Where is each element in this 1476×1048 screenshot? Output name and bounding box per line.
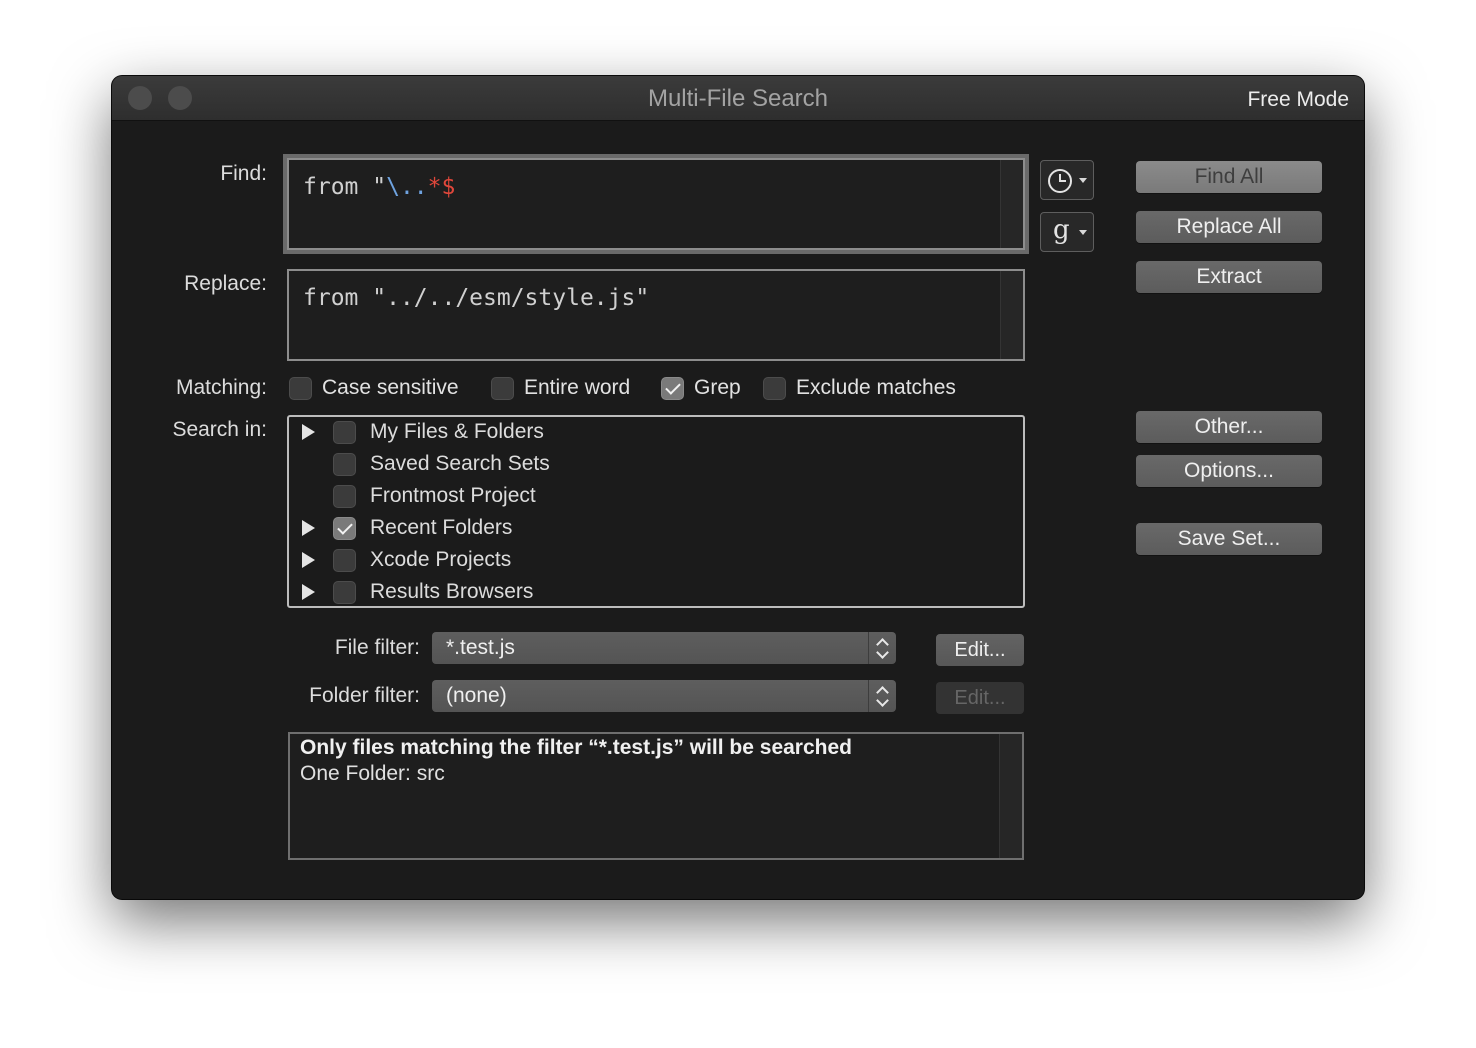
chevron-updown-icon [868,632,896,664]
chevron-updown-icon [868,680,896,712]
replace-field-scrollbar[interactable] [1000,271,1023,359]
entire-word-label[interactable]: Entire word [524,376,630,400]
find-field-scrollbar[interactable] [1000,160,1023,248]
search-summary: Only files matching the filter “*.test.j… [288,732,1024,860]
multi-file-search-window: Multi-File Search Free Mode Find: from "… [112,76,1364,899]
replace-field-text: from "../../esm/style.js" [303,285,650,311]
folder-filter-select[interactable]: (none) [432,680,896,712]
options-button[interactable]: Options... [1136,455,1322,487]
g-pattern-icon: g [1053,215,1070,245]
find-history-popup[interactable] [1040,160,1094,200]
folder-filter-value: (none) [446,684,507,707]
saved-search-sets-checkbox[interactable] [333,453,356,476]
title-bar: Multi-File Search Free Mode [112,76,1364,121]
xcode-projects-label: Xcode Projects [370,548,512,571]
saved-search-sets-label: Saved Search Sets [370,452,550,475]
entire-word-checkbox[interactable] [491,377,514,400]
other-button[interactable]: Other... [1136,411,1322,443]
grep-pattern-popup[interactable]: g [1040,212,1094,252]
results-browsers-checkbox[interactable] [333,581,356,604]
case-sensitive-checkbox[interactable] [289,377,312,400]
my-files-label: My Files & Folders [370,420,544,443]
xcode-projects-checkbox[interactable] [333,549,356,572]
summary-scrollbar[interactable] [999,734,1022,858]
extract-button[interactable]: Extract [1136,261,1322,293]
file-filter-select[interactable]: *.test.js [432,632,896,664]
window-title: Multi-File Search [647,85,829,112]
file-filter-edit-button[interactable]: Edit... [936,634,1024,666]
chevron-down-icon [1079,230,1087,235]
find-all-button[interactable]: Find All [1136,161,1322,193]
recent-folders-checkbox[interactable] [333,517,356,540]
chevron-down-icon [1079,178,1087,183]
clock-icon [1048,169,1072,193]
summary-filter-text: Only files matching the filter “*.test.j… [300,736,852,759]
find-field-text: from "\..*$ [303,174,456,200]
disclosure-triangle-icon[interactable] [302,424,315,440]
matching-label: Matching: [175,376,267,399]
disclosure-triangle-icon[interactable] [302,552,315,568]
case-sensitive-label[interactable]: Case sensitive [322,376,459,400]
frontmost-project-label: Frontmost Project [370,484,536,507]
replace-field[interactable]: from "../../esm/style.js" [287,269,1025,361]
exclude-matches-label[interactable]: Exclude matches [796,376,956,400]
recent-folders-label: Recent Folders [370,516,513,539]
frontmost-project-checkbox[interactable] [333,485,356,508]
file-filter-value: *.test.js [446,636,515,659]
folder-filter-label: Folder filter: [309,684,420,707]
grep-checkbox[interactable] [661,377,684,400]
my-files-checkbox[interactable] [333,421,356,444]
save-set-button[interactable]: Save Set... [1136,523,1322,555]
file-filter-label: File filter: [334,636,420,659]
results-browsers-label: Results Browsers [370,580,534,603]
summary-folder-text: One Folder: src [300,762,445,785]
disclosure-triangle-icon[interactable] [302,520,315,536]
mode-indicator: Free Mode [1247,88,1349,111]
search-in-list: My Files & Folders Saved Search Sets Fro… [287,415,1025,608]
grep-label[interactable]: Grep [694,376,741,400]
exclude-matches-checkbox[interactable] [763,377,786,400]
find-field[interactable]: from "\..*$ [287,158,1025,250]
find-label: Find: [220,162,267,185]
replace-all-button[interactable]: Replace All [1136,211,1322,243]
replace-label: Replace: [184,272,267,295]
disclosure-triangle-icon[interactable] [302,584,315,600]
folder-filter-edit-button: Edit... [936,682,1024,714]
search-in-label: Search in: [172,418,267,441]
